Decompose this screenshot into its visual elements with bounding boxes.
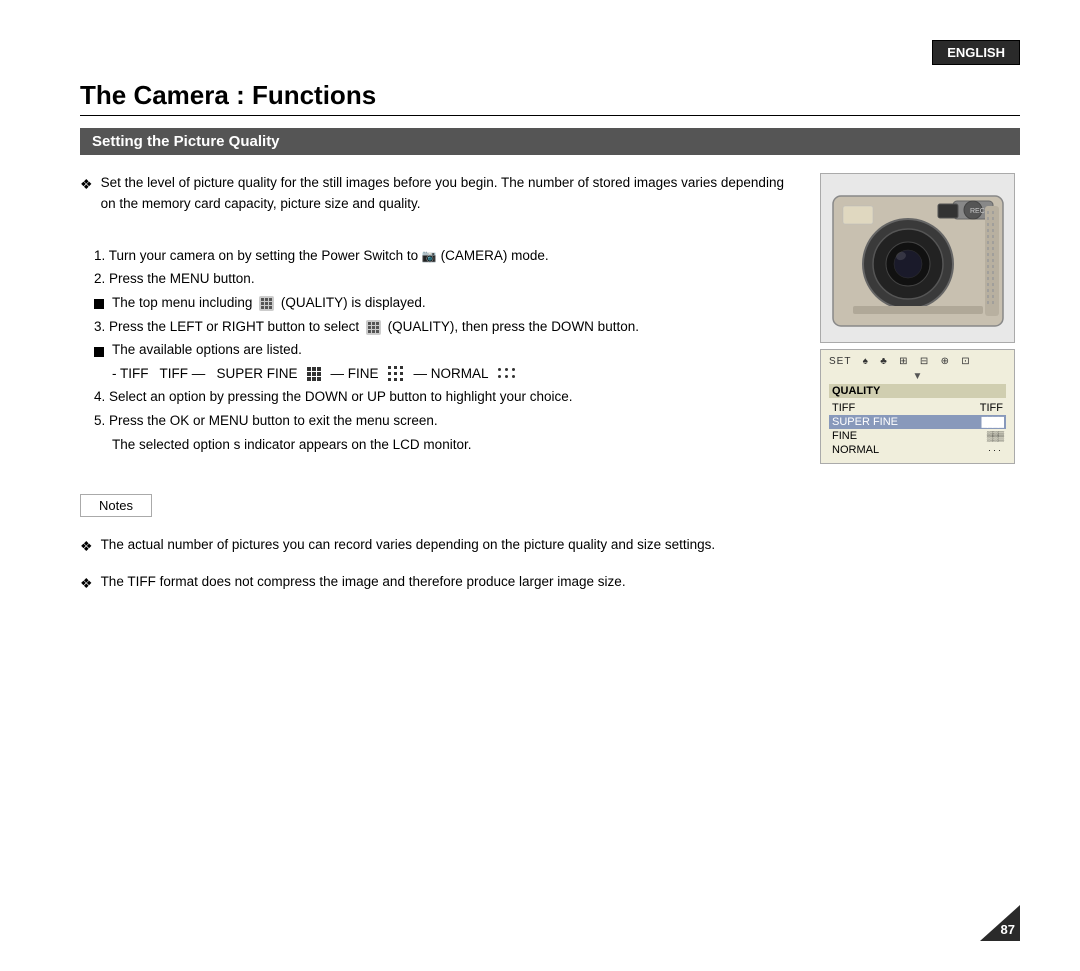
sub-item-line: The selected option s indicator appears …: [94, 434, 800, 456]
lcd-row-label: FINE: [832, 430, 857, 442]
page-number: 87: [1001, 922, 1015, 937]
page-number-container: 87: [980, 905, 1020, 941]
normal-icon: [498, 368, 516, 379]
diamond-bullet-icon: ❖: [80, 573, 93, 595]
lcd-normal-icon: ···: [988, 445, 1003, 455]
tiff-options-line: - TIFF TIFF — SUPER FINE — FINE: [94, 363, 800, 385]
list-item: 4. Select an option by pressing the DOWN…: [90, 386, 800, 408]
quality-menu-icon: [259, 296, 274, 311]
notes-label: Notes: [99, 498, 133, 513]
quality-select-icon: [366, 320, 381, 335]
image-column: REC SET ♠ ♣ ⊞ ⊟ ⊕ ⊡: [820, 173, 1020, 464]
sub-item-text: The top menu including (QUALITY) is disp…: [112, 292, 426, 314]
camera-image: REC: [820, 173, 1015, 343]
note-text-2: The TIFF format does not compress the im…: [101, 572, 626, 593]
intro-paragraph: ❖ Set the level of picture quality for t…: [80, 173, 800, 215]
lcd-menu-box: SET ♠ ♣ ⊞ ⊟ ⊕ ⊡ ▼ QUALITY TIFF TIFF SUPE…: [820, 349, 1015, 464]
sub-item-line: The available options are listed.: [94, 339, 800, 361]
lcd-fine-icon: ▒▒▒: [987, 431, 1003, 441]
lcd-row-label: NORMAL: [832, 444, 879, 456]
diamond-bullet-icon: ❖: [80, 536, 93, 558]
lcd-top-row: SET ♠ ♣ ⊞ ⊟ ⊕ ⊡: [829, 356, 1006, 367]
list-item: 3. Press the LEFT or RIGHT button to sel…: [90, 316, 800, 338]
list-item-sub: The available options are listed.: [90, 339, 800, 361]
sub-item-line: The top menu including (QUALITY) is disp…: [94, 292, 800, 314]
svg-text:REC: REC: [970, 208, 985, 215]
page-title: The Camera : Functions: [80, 80, 1020, 116]
list-item: 1. Turn your camera on by setting the Po…: [90, 245, 800, 267]
lcd-superfine-icon: ████: [981, 417, 1003, 427]
sub-item-text: The available options are listed.: [112, 339, 302, 361]
square-bullet-icon: [94, 299, 104, 309]
lcd-row-value: TIFF: [980, 402, 1003, 414]
bottom-notes: ❖ The actual number of pictures you can …: [80, 535, 1020, 594]
page-container: ENGLISH The Camera : Functions Setting t…: [0, 0, 1080, 971]
diamond-bullet-icon: ❖: [80, 174, 93, 196]
lcd-row-normal: NORMAL ···: [829, 443, 1006, 457]
text-column: ❖ Set the level of picture quality for t…: [80, 173, 800, 464]
lcd-row-label: TIFF: [832, 402, 855, 414]
list-item-sub: - TIFF TIFF — SUPER FINE — FINE: [90, 363, 800, 385]
list-item-sub: The selected option s indicator appears …: [90, 434, 800, 456]
steps-list: 1. Turn your camera on by setting the Po…: [80, 245, 800, 455]
note-item-1: ❖ The actual number of pictures you can …: [80, 535, 1020, 558]
lcd-row-label: SUPER FINE: [832, 416, 898, 428]
list-item: 5. Press the OK or MENU button to exit t…: [90, 410, 800, 432]
note-item-2: ❖ The TIFF format does not compress the …: [80, 572, 1020, 595]
lcd-row-superfine: SUPER FINE ████: [829, 415, 1006, 429]
notes-box: Notes: [80, 494, 152, 517]
section-header: Setting the Picture Quality: [80, 128, 1020, 155]
lcd-row-fine: FINE ▒▒▒: [829, 429, 1006, 443]
super-fine-icon: [307, 367, 321, 381]
language-badge: ENGLISH: [932, 40, 1020, 65]
intro-text: Set the level of picture quality for the…: [101, 173, 800, 215]
list-item: 2. Press the MENU button.: [90, 268, 800, 290]
list-item-sub: The top menu including (QUALITY) is disp…: [90, 292, 800, 314]
fine-icon: [388, 366, 404, 382]
content-area: ❖ Set the level of picture quality for t…: [80, 173, 1020, 464]
camera-mode-icon: 📷: [422, 249, 437, 263]
lcd-arrow: ▼: [829, 371, 1006, 382]
square-bullet-icon: [94, 347, 104, 357]
lcd-row-tiff: TIFF TIFF: [829, 401, 1006, 415]
camera-svg: REC: [823, 176, 1013, 341]
lcd-menu-title: QUALITY: [829, 384, 1006, 398]
note-text-1: The actual number of pictures you can re…: [101, 535, 716, 556]
